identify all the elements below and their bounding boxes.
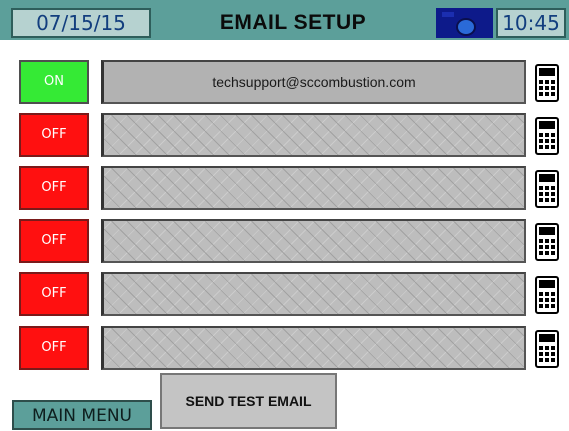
email-address-field[interactable] — [101, 272, 526, 316]
time-display: 10:45 — [496, 8, 566, 38]
page-title: EMAIL SETUP — [219, 11, 367, 34]
email-address-field[interactable] — [101, 166, 526, 210]
camera-flash — [442, 12, 454, 17]
email-address-field[interactable] — [101, 113, 526, 157]
email-address-field[interactable] — [101, 219, 526, 263]
main-menu-button[interactable]: MAIN MENU — [12, 400, 152, 430]
email-toggle-button[interactable]: OFF — [19, 219, 89, 263]
header-bar: 07/15/15 EMAIL SETUP 10:45 — [0, 0, 569, 40]
email-row: ON techsupport@sccombustion.com — [0, 60, 569, 106]
email-toggle-button[interactable]: ON — [19, 60, 89, 104]
camera-lens — [456, 18, 476, 36]
email-address-field[interactable] — [101, 326, 526, 370]
email-address-field[interactable]: techsupport@sccombustion.com — [101, 60, 526, 104]
camera-icon[interactable] — [436, 8, 493, 38]
email-toggle-button[interactable]: OFF — [19, 272, 89, 316]
keypad-icon[interactable] — [535, 64, 559, 102]
email-row: OFF — [0, 166, 569, 212]
keypad-icon[interactable] — [535, 170, 559, 208]
send-test-email-button[interactable]: SEND TEST EMAIL — [160, 373, 337, 429]
email-toggle-button[interactable]: OFF — [19, 113, 89, 157]
keypad-icon[interactable] — [535, 117, 559, 155]
email-row: OFF — [0, 113, 569, 159]
email-toggle-button[interactable]: OFF — [19, 166, 89, 210]
date-display: 07/15/15 — [11, 8, 151, 38]
keypad-icon[interactable] — [535, 276, 559, 314]
email-row: OFF — [0, 272, 569, 318]
email-row: OFF — [0, 326, 569, 372]
keypad-icon[interactable] — [535, 223, 559, 261]
email-row: OFF — [0, 219, 569, 265]
email-toggle-button[interactable]: OFF — [19, 326, 89, 370]
keypad-icon[interactable] — [535, 330, 559, 368]
